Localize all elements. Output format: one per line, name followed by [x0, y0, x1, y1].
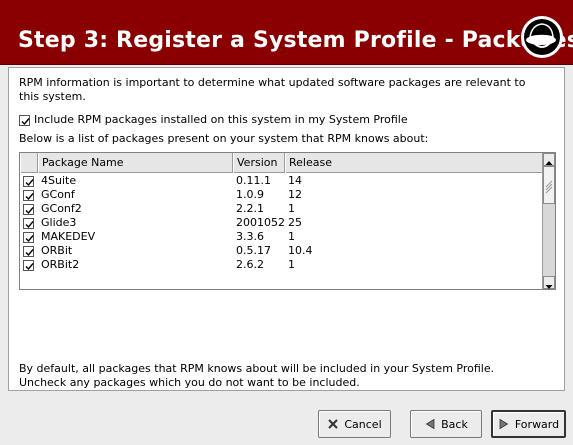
header-banner: Step 3: Register a System Profile - Pack… [0, 0, 573, 65]
package-name-cell: GConf2 [41, 202, 82, 215]
package-checkbox[interactable] [23, 203, 34, 215]
table-row[interactable]: 4Suite 0.11.1 14 [20, 174, 544, 188]
package-version-cell: 1.0.9 [236, 188, 264, 201]
back-arrow-icon [425, 418, 435, 430]
package-checkbox[interactable] [23, 189, 34, 201]
package-release-cell: 14 [288, 174, 302, 187]
package-name-cell: Glide3 [41, 216, 77, 229]
column-header-release[interactable]: Release [285, 153, 544, 173]
package-release-cell: 25 [288, 216, 302, 229]
redhat-shadowman-logo-icon [521, 16, 563, 58]
forward-label: Forward [514, 417, 560, 431]
page-title: Step 3: Register a System Profile - Pack… [18, 28, 573, 53]
package-version-cell: 0.5.17 [236, 244, 271, 257]
package-checkbox[interactable] [23, 175, 34, 187]
table-row[interactable]: Glide3 2001052 25 [20, 216, 544, 230]
include-rpm-option[interactable]: Include RPM packages installed on this s… [19, 113, 408, 127]
footer-note: By default, all packages that RPM knows … [19, 362, 539, 390]
table-header: Package Name Version Release [20, 153, 544, 173]
footer-note-line-1: By default, all packages that RPM knows … [19, 362, 495, 375]
footer-note-line-2: Uncheck any packages which you do not wa… [19, 376, 360, 389]
grip-icon [545, 180, 553, 194]
package-name-cell: 4Suite [41, 174, 77, 187]
back-button[interactable]: Back [410, 410, 482, 438]
package-checkbox[interactable] [23, 259, 34, 271]
cancel-label: Cancel [344, 417, 382, 431]
package-checkbox[interactable] [23, 217, 34, 229]
forward-arrow-icon [499, 418, 509, 430]
table-row[interactable]: GConf2 2.2.1 1 [20, 202, 544, 216]
scroll-up-button[interactable] [543, 153, 555, 166]
package-checkbox[interactable] [23, 231, 34, 243]
package-version-cell: 2.6.2 [236, 258, 264, 271]
package-release-cell: 1 [288, 258, 295, 271]
table-row[interactable]: MAKEDEV 3.3.6 1 [20, 230, 544, 244]
arrow-down-icon [545, 285, 553, 289]
package-name-cell: GConf [41, 188, 75, 201]
include-rpm-checkbox[interactable] [19, 114, 30, 126]
table-row[interactable]: GConf 1.0.9 12 [20, 188, 544, 202]
package-list-label: Below is a list of packages present on y… [19, 132, 429, 145]
intro-text: RPM information is important to determin… [19, 76, 526, 103]
register-profile-window: Step 3: Register a System Profile - Pack… [0, 0, 573, 445]
package-release-cell: 1 [288, 230, 295, 243]
package-checkbox[interactable] [23, 245, 34, 257]
table-row[interactable]: ORBit 0.5.17 10.4 [20, 244, 544, 258]
package-release-cell: 1 [288, 202, 295, 215]
vertical-scrollbar[interactable] [542, 153, 555, 289]
table-row[interactable]: ORBit2 2.6.2 1 [20, 258, 544, 272]
column-header-version[interactable]: Version [233, 153, 285, 173]
include-rpm-label: Include RPM packages installed on this s… [34, 113, 408, 126]
package-name-cell: MAKEDEV [41, 230, 96, 243]
package-release-cell: 12 [288, 188, 302, 201]
back-label: Back [441, 417, 468, 431]
forward-button[interactable]: Forward [491, 410, 566, 438]
package-version-cell: 2.2.1 [236, 202, 264, 215]
cancel-button[interactable]: Cancel [318, 410, 391, 438]
column-header-package-name[interactable]: Package Name [38, 153, 233, 173]
scrollbar-thumb[interactable] [543, 166, 555, 204]
package-version-cell: 0.11.1 [236, 174, 271, 187]
column-header-check[interactable] [20, 153, 38, 173]
package-table: Package Name Version Release 4Suite 0.11… [19, 152, 556, 290]
table-body: 4Suite 0.11.1 14 GConf 1.0.9 12 GConf2 2… [20, 174, 544, 289]
close-x-icon [328, 419, 339, 429]
scroll-down-button[interactable] [543, 276, 555, 289]
package-version-cell: 2001052 [236, 216, 285, 229]
package-version-cell: 3.3.6 [236, 230, 264, 243]
package-release-cell: 10.4 [288, 244, 313, 257]
package-name-cell: ORBit [41, 244, 73, 257]
package-name-cell: ORBit2 [41, 258, 80, 271]
content-panel: RPM information is important to determin… [8, 67, 565, 391]
